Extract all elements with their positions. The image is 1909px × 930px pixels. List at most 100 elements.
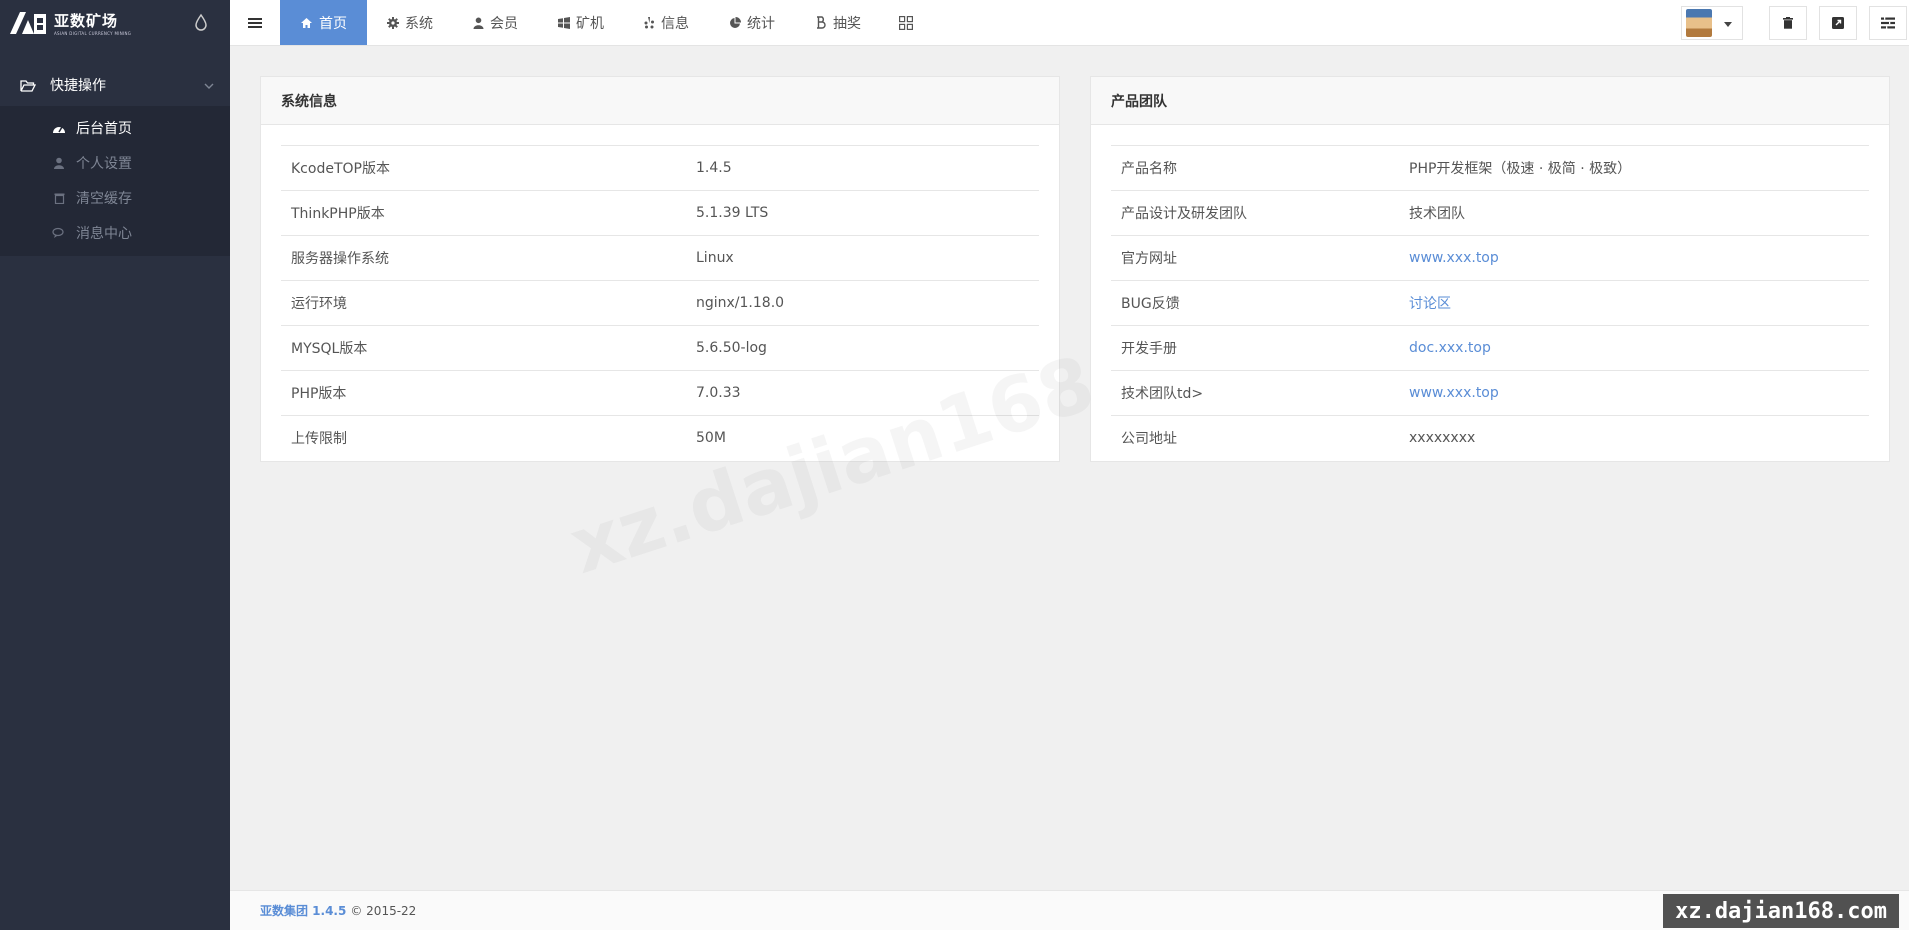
sidebar-toggle-button[interactable] — [230, 0, 280, 45]
row-label: 开发手册 — [1111, 325, 1399, 371]
logo-subtext: ASIAN DIGITAL CURRENCY MINING — [54, 31, 132, 36]
logo-text: 亚数矿场 — [54, 12, 119, 30]
trash-icon — [52, 191, 66, 205]
table-row: PHP版本 7.0.33 — [281, 370, 1039, 416]
sidebar-item-dashboard[interactable]: 后台首页 — [0, 110, 230, 145]
windows-icon — [558, 16, 570, 29]
menu-group-label: 快捷操作 — [50, 78, 106, 94]
yelp-icon — [644, 16, 655, 29]
main-content: 系统信息 KcodeTOP版本 1.4.5 ThinkPHP版本 5.1.39 LTS… — [230, 47, 1909, 890]
table-row: ThinkPHP版本 5.1.39 LTS — [281, 190, 1039, 236]
dashboard-icon — [52, 121, 66, 135]
table-row: 公司地址 xxxxxxxx — [1111, 416, 1869, 461]
footer-brand[interactable]: 亚数集团 1.4.5 — [260, 902, 346, 919]
footer-copyright: © 2015-22 — [350, 903, 417, 918]
tab-label: 抽奖 — [833, 15, 861, 32]
user-menu-button[interactable] — [1681, 6, 1743, 40]
sidebar-item-label: 消息中心 — [76, 225, 132, 242]
top-navbar: 首页 系统 会员 矿机 信息 统计 抽奖 — [230, 0, 1909, 46]
row-label: KcodeTOP版本 — [281, 145, 686, 191]
row-label: 技术团队td> — [1111, 370, 1399, 416]
row-label: ThinkPHP版本 — [281, 190, 686, 236]
tab-statistics[interactable]: 统计 — [709, 0, 795, 45]
table-row: KcodeTOP版本 1.4.5 — [281, 145, 1039, 191]
apps-grid-button[interactable] — [881, 0, 931, 45]
tab-members[interactable]: 会员 — [453, 0, 538, 45]
topbar-actions — [1681, 0, 1909, 46]
tab-label: 统计 — [747, 15, 775, 32]
pie-chart-icon — [729, 16, 741, 29]
avatar — [1686, 9, 1712, 37]
panel-title: 产品团队 — [1091, 77, 1889, 125]
row-link[interactable]: doc.xxx.top — [1399, 325, 1869, 371]
row-value: 1.4.5 — [686, 145, 1039, 191]
tab-label: 信息 — [661, 15, 689, 32]
system-info-table: KcodeTOP版本 1.4.5 ThinkPHP版本 5.1.39 LTS 服务器操作… — [281, 145, 1039, 461]
menu-group-quick-actions[interactable]: 快捷操作 — [0, 64, 230, 106]
sidebar: 亚数矿场 ASIAN DIGITAL CURRENCY MINING 快捷操作 … — [0, 0, 230, 930]
row-label: BUG反馈 — [1111, 280, 1399, 326]
table-row: 技术团队td> www.xxx.top — [1111, 370, 1869, 416]
sidebar-item-clear-cache[interactable]: 清空缓存 — [0, 180, 230, 215]
user-icon — [473, 17, 484, 29]
settings-panel-button[interactable] — [1869, 6, 1907, 40]
home-icon — [300, 17, 313, 29]
product-team-panel: 产品团队 产品名称 PHP开发框架（极速 · 极简 · 极致） 产品设计及研发团队技… — [1090, 76, 1890, 462]
row-value: 5.6.50-log — [686, 325, 1039, 371]
folder-open-icon — [20, 79, 36, 92]
trash-icon — [1783, 17, 1793, 29]
row-link[interactable]: 讨论区 — [1399, 280, 1869, 326]
quick-actions-menu: 快捷操作 后台首页 个人设置 清空缓存 消息中心 — [0, 64, 230, 256]
row-value: nginx/1.18.0 — [686, 280, 1039, 326]
table-row: 开发手册 doc.xxx.top — [1111, 325, 1869, 371]
row-label: 产品名称 — [1111, 145, 1399, 191]
logo-icon — [10, 12, 46, 34]
table-row: 服务器操作系统 Linux — [281, 235, 1039, 281]
sidebar-item-label: 后台首页 — [76, 120, 132, 137]
bitcoin-icon — [815, 16, 827, 29]
row-value: 技术团队 — [1399, 190, 1869, 236]
row-link[interactable]: www.xxx.top — [1399, 370, 1869, 416]
row-value: Linux — [686, 235, 1039, 281]
list-settings-icon — [1881, 17, 1895, 29]
table-row: 运行环境 nginx/1.18.0 — [281, 280, 1039, 326]
sidebar-item-label: 个人设置 — [76, 155, 132, 172]
tab-lottery[interactable]: 抽奖 — [795, 0, 881, 45]
sidebar-item-profile[interactable]: 个人设置 — [0, 145, 230, 180]
row-label: 服务器操作系统 — [281, 235, 686, 281]
caret-down-icon — [1724, 15, 1732, 31]
table-row: MYSQL版本 5.6.50-log — [281, 325, 1039, 371]
tab-label: 会员 — [490, 15, 518, 32]
chat-icon — [52, 226, 66, 240]
row-value: 50M — [696, 430, 726, 447]
footer: 亚数集团 1.4.5 © 2015-22 — [230, 890, 1909, 930]
table-row: 产品名称 PHP开发框架（极速 · 极简 · 极致） — [1111, 145, 1869, 191]
tab-system[interactable]: 系统 — [367, 0, 453, 45]
gear-icon — [387, 16, 399, 29]
row-value: PHP开发框架（极速 · 极简 · 极致） — [1399, 145, 1869, 191]
sidebar-item-messages[interactable]: 消息中心 — [0, 215, 230, 250]
row-label: 官方网址 — [1111, 235, 1399, 281]
tab-miners[interactable]: 矿机 — [538, 0, 624, 45]
table-row: 上传限制 50M — [281, 416, 1039, 461]
row-value: 5.1.39 LTS — [686, 190, 1039, 236]
logo[interactable]: 亚数矿场 ASIAN DIGITAL CURRENCY MINING — [8, 10, 131, 36]
external-link-icon — [1832, 17, 1844, 29]
chevron-down-icon — [204, 78, 214, 94]
tab-home[interactable]: 首页 — [280, 0, 367, 45]
submenu: 后台首页 个人设置 清空缓存 消息中心 — [0, 106, 230, 256]
system-info-panel: 系统信息 KcodeTOP版本 1.4.5 ThinkPHP版本 5.1.39 LTS… — [260, 76, 1060, 462]
tab-label: 首页 — [319, 15, 347, 32]
clear-cache-button[interactable] — [1769, 6, 1807, 40]
external-link-button[interactable] — [1819, 6, 1857, 40]
tab-info[interactable]: 信息 — [624, 0, 709, 45]
row-link[interactable]: www.xxx.top — [1399, 235, 1869, 281]
row-value: xxxxxxxx — [1409, 430, 1476, 447]
product-team-table: 产品名称 PHP开发框架（极速 · 极简 · 极致） 产品设计及研发团队 技术团队 官方… — [1111, 145, 1869, 461]
row-label: PHP版本 — [281, 370, 686, 416]
table-row: BUG反馈 讨论区 — [1111, 280, 1869, 326]
row-label: 上传限制 — [291, 431, 347, 448]
row-value: 7.0.33 — [686, 370, 1039, 416]
table-row: 官方网址 www.xxx.top — [1111, 235, 1869, 281]
theme-drop-icon[interactable] — [194, 13, 208, 35]
